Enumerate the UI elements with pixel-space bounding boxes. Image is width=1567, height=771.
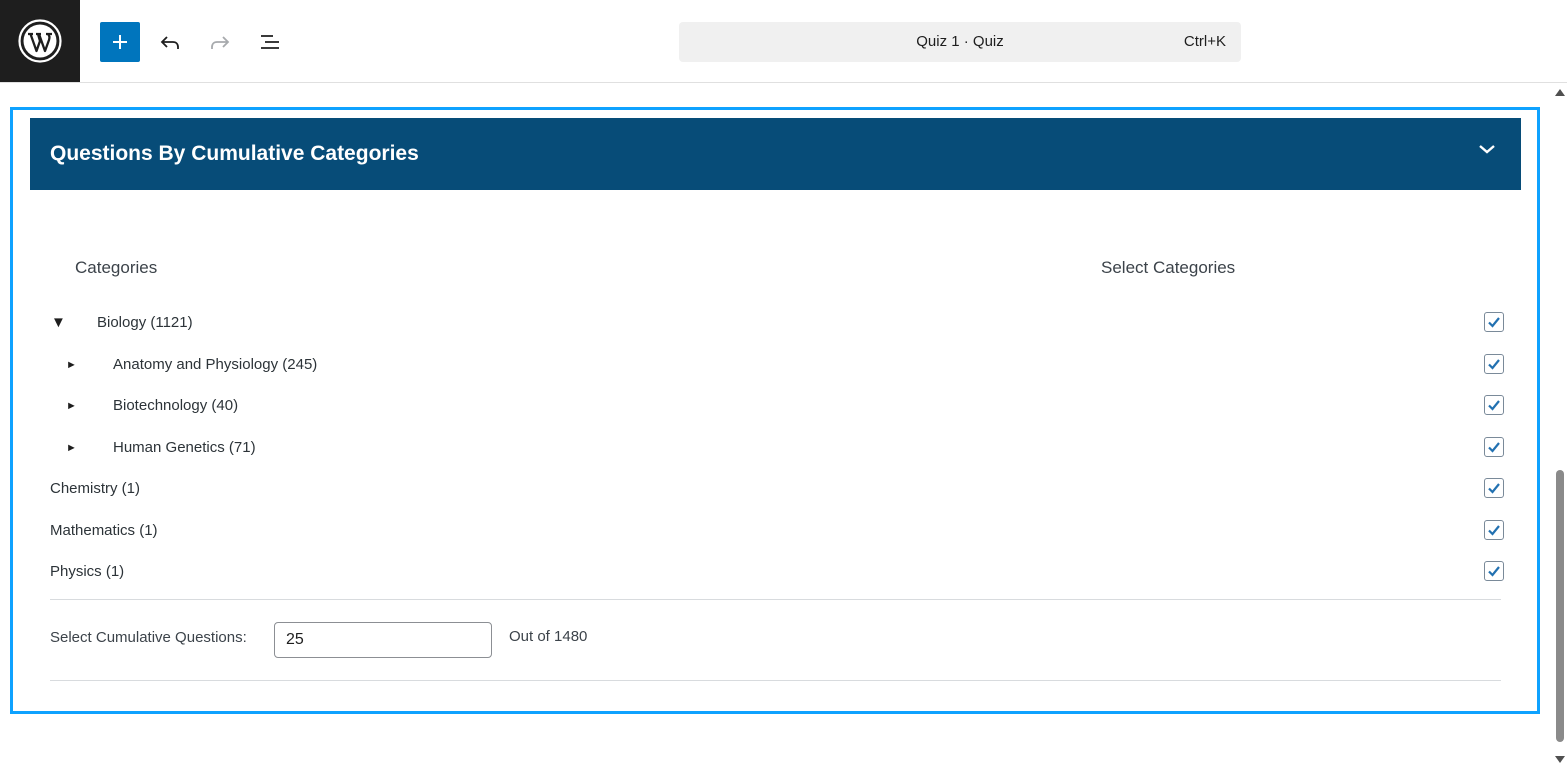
category-checkbox[interactable] — [1484, 354, 1504, 374]
shortcut-hint: Ctrl+K — [1183, 33, 1226, 50]
checkmark-icon — [1488, 483, 1500, 494]
expand-toggle-icon[interactable]: ► — [66, 433, 77, 463]
redo-icon — [211, 36, 230, 49]
category-label: Mathematics (1) — [50, 522, 158, 539]
category-label: Anatomy and Physiology (245) — [113, 356, 318, 373]
category-label: Human Genetics (71) — [113, 439, 256, 456]
quiz-category-block[interactable]: Questions By Cumulative Categories Categ… — [10, 107, 1540, 714]
checkmark-icon — [1488, 400, 1500, 411]
scroll-up-arrow-icon[interactable] — [1555, 89, 1565, 96]
panel-title: Questions By Cumulative Categories — [50, 142, 419, 165]
category-checkbox[interactable] — [1484, 312, 1504, 332]
checkmark-icon — [1488, 359, 1500, 370]
add-block-button[interactable] — [100, 22, 140, 62]
document-overview-icon — [261, 35, 279, 49]
scroll-down-arrow-icon[interactable] — [1555, 756, 1565, 763]
category-label: Biology (1121) — [97, 314, 193, 331]
divider — [50, 599, 1501, 600]
category-row-biotechnology: ► Biotechnology (40) — [50, 391, 1504, 421]
expand-toggle-icon[interactable]: ► — [66, 350, 77, 380]
category-checkbox[interactable] — [1484, 395, 1504, 415]
document-title: Quiz 1 · Quiz — [916, 33, 1004, 50]
checkmark-icon — [1488, 317, 1500, 328]
editor-toolbar: Quiz 1 · Quiz Ctrl+K — [0, 0, 1567, 83]
divider — [50, 680, 1501, 681]
select-categories-column-heading: Select Categories — [1101, 258, 1236, 277]
category-row-anatomy-physiology: ► Anatomy and Physiology (245) — [50, 350, 1504, 380]
document-overview-button[interactable] — [250, 22, 290, 62]
undo-button[interactable] — [150, 22, 190, 62]
cumulative-questions-input[interactable] — [274, 622, 492, 658]
scrollbar-thumb[interactable] — [1556, 470, 1564, 742]
cumulative-questions-label: Select Cumulative Questions: — [50, 629, 247, 646]
category-row-mathematics: Mathematics (1) — [50, 516, 1504, 546]
category-row-chemistry: Chemistry (1) — [50, 474, 1504, 504]
page-scrollbar[interactable] — [1552, 83, 1567, 771]
category-row-physics: Physics (1) — [50, 557, 1504, 587]
category-checkbox[interactable] — [1484, 520, 1504, 540]
category-row-human-genetics: ► Human Genetics (71) — [50, 433, 1504, 463]
undo-icon — [160, 36, 179, 49]
category-label: Biotechnology (40) — [113, 397, 239, 414]
panel-header[interactable]: Questions By Cumulative Categories — [30, 118, 1521, 190]
expand-toggle-icon[interactable]: ▼ — [51, 308, 66, 338]
checkmark-icon — [1488, 442, 1500, 453]
category-row-biology: ▼ Biology (1121) — [50, 308, 1504, 338]
categories-column-heading: Categories — [75, 258, 158, 277]
category-label: Chemistry (1) — [50, 480, 141, 497]
checkmark-icon — [1488, 566, 1500, 577]
category-checkbox[interactable] — [1484, 561, 1504, 581]
total-questions-text: Out of 1480 — [509, 628, 588, 645]
checkmark-icon — [1488, 525, 1500, 536]
plus-icon — [113, 35, 127, 49]
category-checkbox[interactable] — [1484, 437, 1504, 457]
command-palette-bar[interactable]: Quiz 1 · Quiz Ctrl+K — [679, 22, 1241, 62]
chevron-down-icon[interactable] — [1477, 142, 1497, 156]
wordpress-logo-icon[interactable] — [0, 0, 80, 82]
category-label: Physics (1) — [50, 563, 125, 580]
expand-toggle-icon[interactable]: ► — [66, 391, 77, 421]
redo-button[interactable] — [200, 22, 240, 62]
category-checkbox[interactable] — [1484, 478, 1504, 498]
